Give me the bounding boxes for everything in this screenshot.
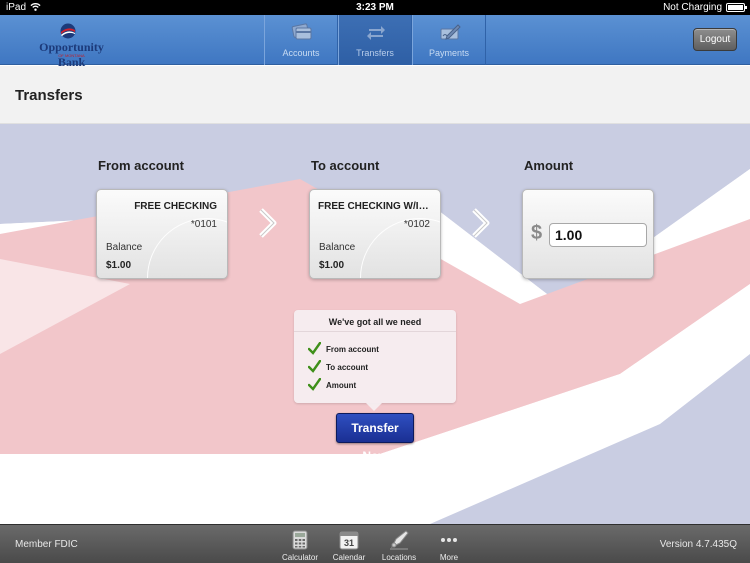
tab-label: Accounts (282, 48, 320, 58)
tab-label: Payments (428, 48, 470, 58)
bank-tagline: OF MONTANA (58, 53, 85, 58)
checklist-divider (294, 331, 456, 332)
title-bar: Transfers (0, 66, 750, 124)
chevron-right-icon (259, 208, 277, 238)
amount-card: $ (522, 189, 654, 279)
to-account-card[interactable]: FREE CHECKING W/INTEREST *0102 Balance $… (309, 189, 441, 279)
calculator-icon (292, 530, 308, 550)
tab-label: Transfers (356, 48, 394, 58)
status-bar: iPad 3:23 PM Not Charging (0, 0, 750, 15)
toolbar-label: More (439, 553, 459, 562)
checklist-item-label: From account (326, 345, 379, 354)
page-title: Transfers (15, 87, 83, 104)
battery-icon (726, 3, 747, 12)
more-icon (441, 538, 457, 542)
from-balance-label: Balance (106, 242, 143, 253)
checkmark-icon (308, 378, 321, 391)
locations-button[interactable]: Locations (374, 528, 424, 562)
to-account-number: *0102 (403, 219, 430, 230)
from-account-number: *0101 (190, 219, 217, 230)
transfer-form: From account FREE CHECKING *0101 Balance… (0, 124, 750, 524)
amount-input[interactable] (549, 223, 647, 247)
bottom-toolbar: Member FDIC Calculator 31 Calendar Locat… (0, 524, 750, 563)
calendar-icon: 31 (339, 531, 359, 550)
checkmark-icon (308, 342, 321, 355)
toolbar-label: Calendar (332, 553, 366, 562)
from-account-card[interactable]: FREE CHECKING *0101 Balance $1.00 (96, 189, 228, 279)
logout-button[interactable]: Logout (693, 28, 737, 51)
bank-logo-mark-icon (60, 23, 76, 39)
tab-accounts[interactable]: Accounts (264, 15, 338, 65)
amount-label: Amount (524, 158, 574, 173)
toolbar-label: Locations (381, 553, 417, 562)
more-button[interactable]: More (424, 528, 474, 562)
from-account-label: From account (98, 158, 184, 173)
locations-icon (390, 530, 409, 550)
payments-icon (440, 24, 461, 40)
to-account-label: To account (311, 158, 380, 173)
app-header: Opportunity Bank OF MONTANA Accounts Tra… (0, 15, 750, 69)
to-account-name: FREE CHECKING W/INTEREST (318, 201, 430, 212)
transfers-icon (367, 26, 385, 40)
member-fdic-label: Member FDIC (15, 539, 78, 550)
to-balance-label: Balance (319, 242, 356, 253)
currency-symbol: $ (531, 222, 543, 244)
clock: 3:23 PM (356, 2, 394, 13)
app-version: Version 4.7.435Q (659, 539, 737, 550)
calendar-day: 31 (344, 538, 354, 548)
checkmark-icon (308, 360, 321, 373)
checklist-item-label: Amount (326, 381, 357, 390)
battery-status: Not Charging (663, 2, 722, 13)
bank-logo: Opportunity Bank OF MONTANA (24, 23, 119, 69)
tab-transfers[interactable]: Transfers (338, 15, 412, 65)
from-balance-value: $1.00 (106, 260, 132, 271)
checklist-item-label: To account (326, 363, 369, 372)
calculator-button[interactable]: Calculator (275, 528, 325, 562)
accounts-icon (291, 23, 312, 40)
requirements-checklist: We've got all we need From account To ac… (294, 310, 456, 411)
from-account-name: FREE CHECKING (134, 201, 217, 212)
calendar-button[interactable]: 31 Calendar (324, 528, 374, 562)
tab-payments[interactable]: Payments (412, 15, 486, 65)
toolbar-label: Calculator (281, 553, 318, 562)
checklist-title: We've got all we need (328, 317, 422, 327)
to-balance-value: $1.00 (319, 260, 345, 271)
chevron-right-icon (472, 208, 490, 238)
transfer-now-button[interactable]: Transfer Now (336, 413, 414, 463)
